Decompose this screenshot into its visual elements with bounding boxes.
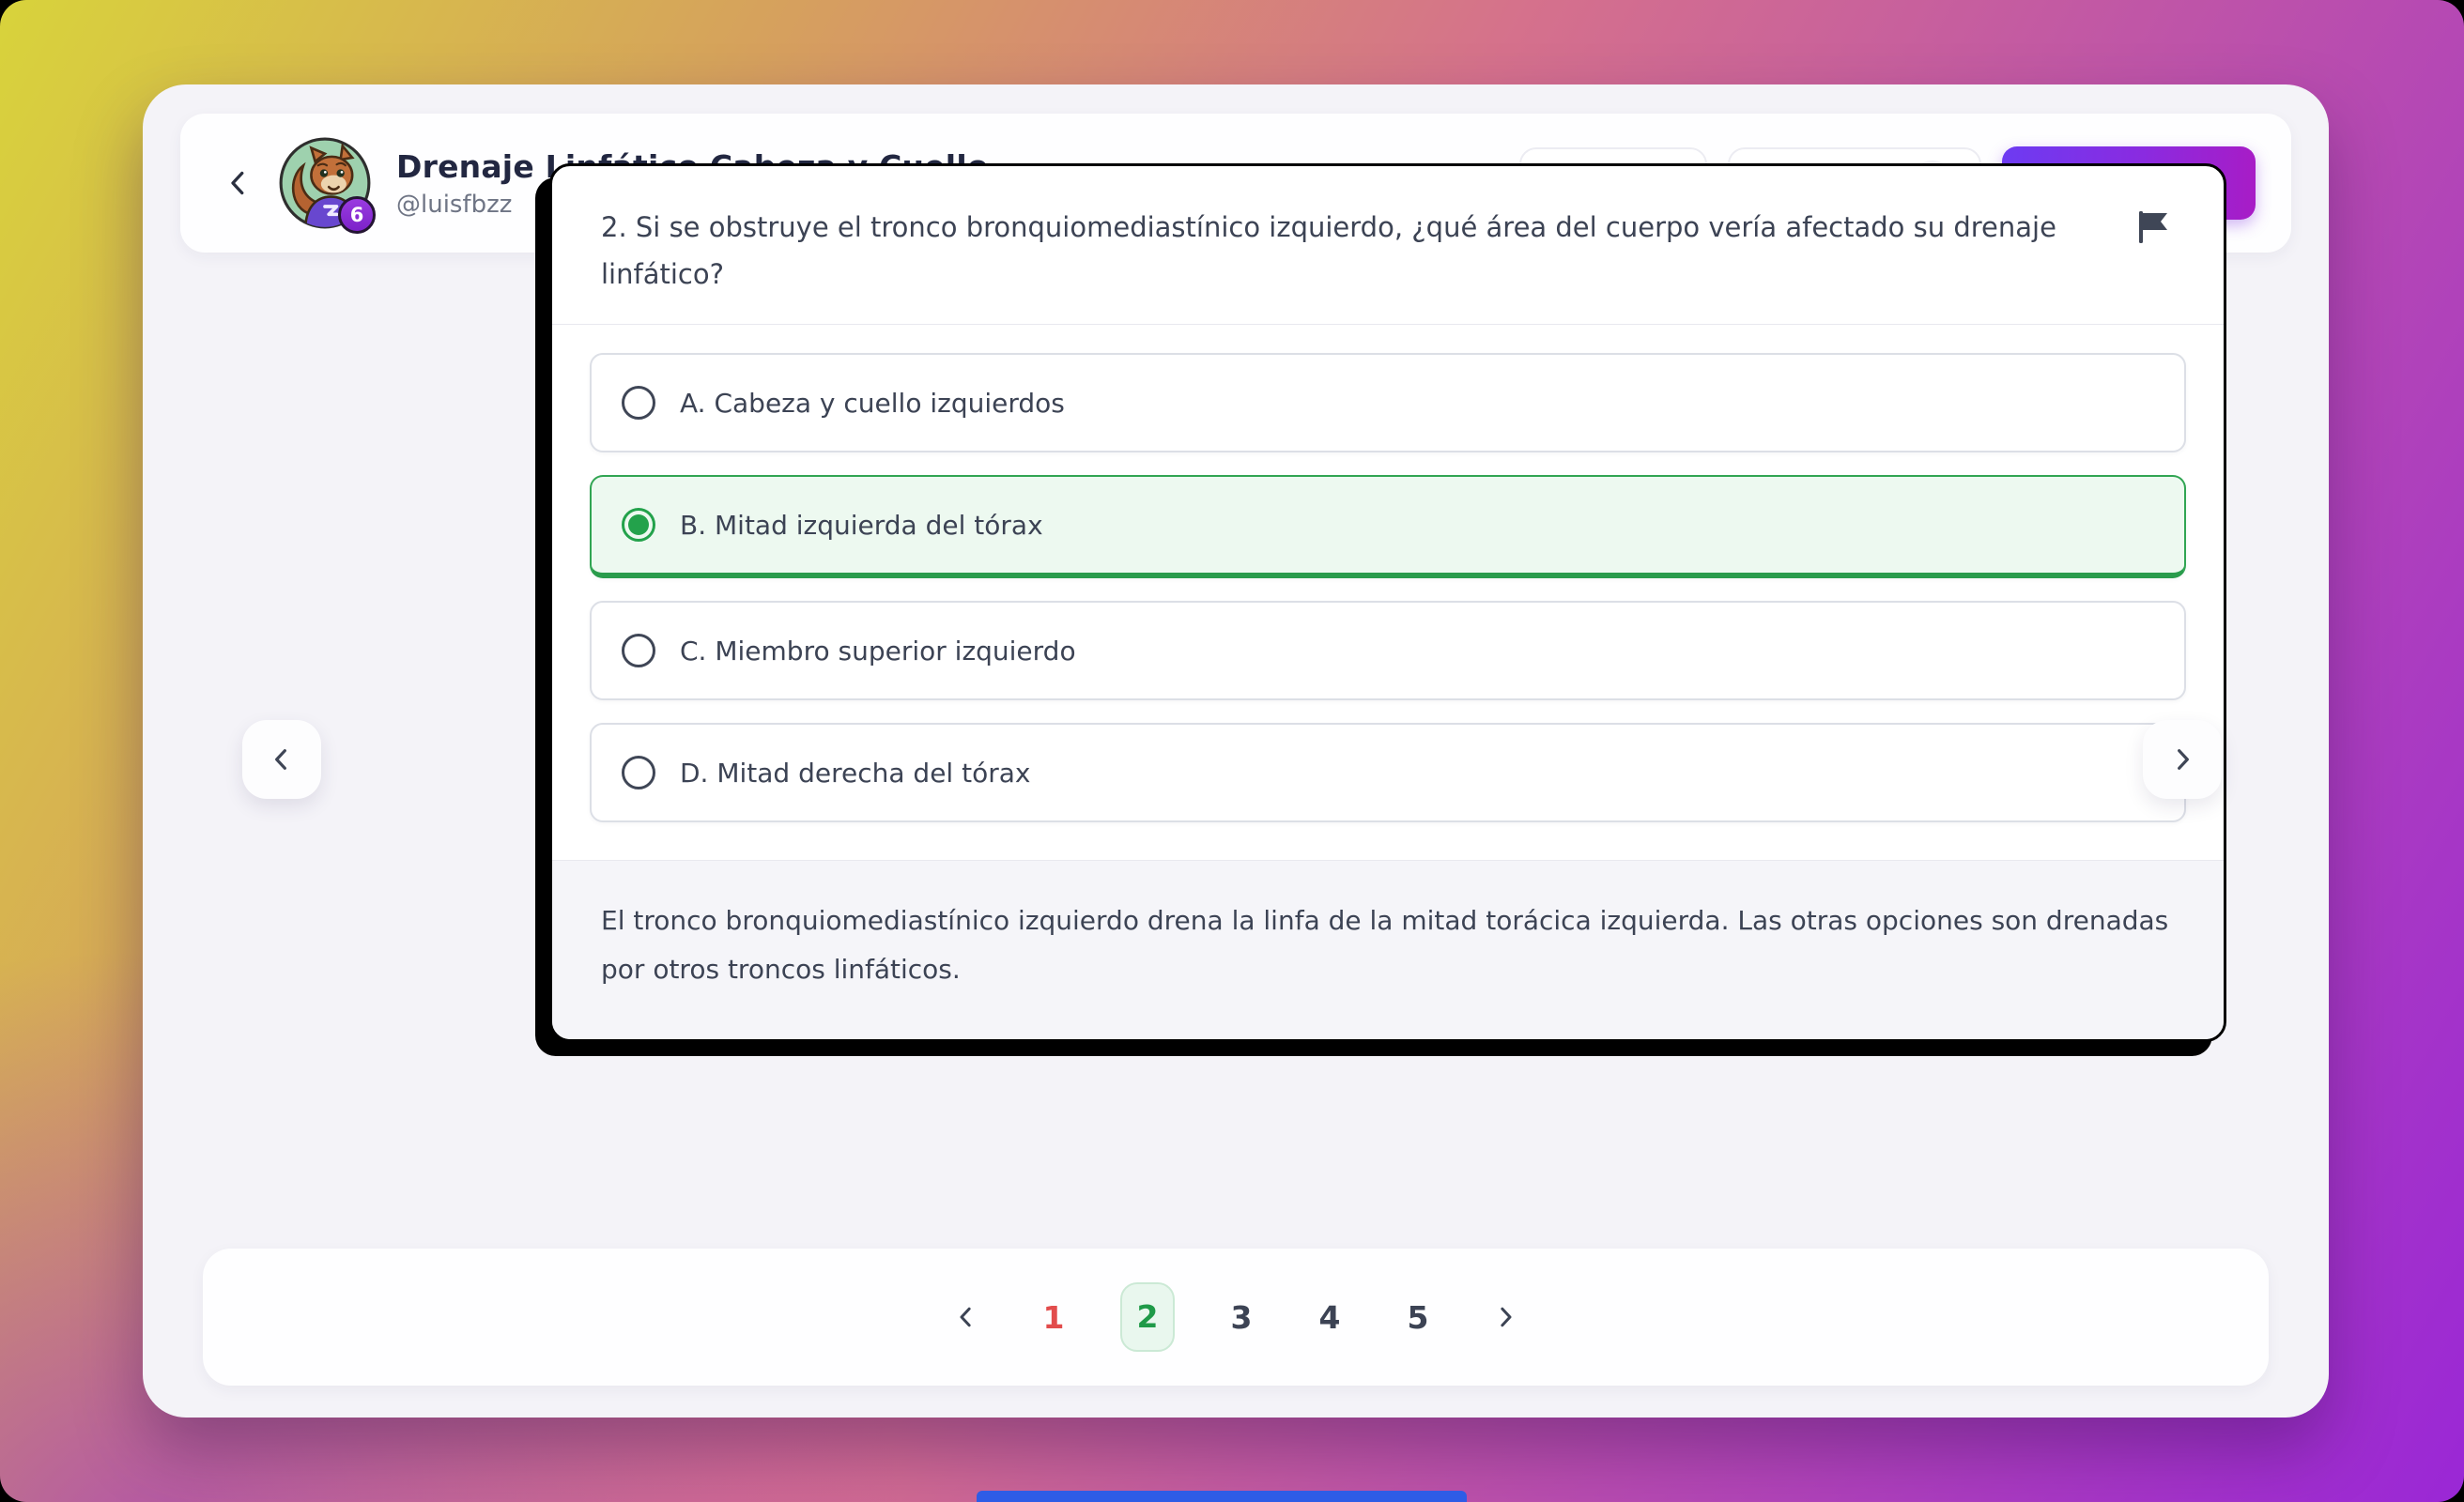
pagination-prev-button[interactable]	[946, 1296, 987, 1338]
flag-button[interactable]	[2132, 204, 2175, 254]
option-label: B. Mitad izquierda del tórax	[680, 510, 1043, 541]
radio-icon	[622, 634, 655, 667]
option-d[interactable]: D. Mitad derecha del tórax	[590, 723, 2186, 822]
chevron-left-icon	[267, 744, 297, 774]
level-badge: 6	[338, 196, 376, 234]
chevron-left-icon	[222, 166, 255, 200]
quiz-app-panel: 6 Drenaje Linfático Cabeza y Cuello @lui…	[143, 84, 2329, 1418]
question-text: 2. Si se obstruye el tronco bronquiomedi…	[601, 204, 2066, 298]
chevron-right-icon	[2167, 744, 2197, 774]
pagination-next-button[interactable]	[1485, 1296, 1526, 1338]
question-card: 2. Si se obstruye el tronco bronquiomedi…	[549, 163, 2226, 1042]
page-5[interactable]: 5	[1396, 1299, 1440, 1336]
option-label: A. Cabeza y cuello izquierdos	[680, 388, 1065, 419]
desktop-background: 6 Drenaje Linfático Cabeza y Cuello @lui…	[0, 0, 2464, 1502]
next-question-button[interactable]	[2143, 720, 2222, 799]
back-button[interactable]	[212, 157, 265, 209]
option-c[interactable]: C. Miembro superior izquierdo	[590, 601, 2186, 700]
option-label: D. Mitad derecha del tórax	[680, 758, 1030, 789]
page-4[interactable]: 4	[1308, 1299, 1351, 1336]
page-1[interactable]: 1	[1032, 1299, 1075, 1336]
avatar[interactable]: 6	[278, 136, 372, 230]
explanation-text: El tronco bronquiomediastínico izquierdo…	[601, 897, 2175, 994]
radio-checked-icon	[622, 508, 655, 542]
options-list: A. Cabeza y cuello izquierdos B. Mitad i…	[552, 325, 2224, 860]
bottom-indicator-bar	[977, 1491, 1467, 1502]
radio-icon	[622, 756, 655, 789]
page-2-current[interactable]: 2	[1120, 1282, 1175, 1352]
pagination-bar: 1 2 3 4 5	[203, 1249, 2269, 1386]
prev-question-button[interactable]	[242, 720, 321, 799]
option-label: C. Miembro superior izquierdo	[680, 636, 1076, 667]
radio-icon	[622, 386, 655, 420]
option-a[interactable]: A. Cabeza y cuello izquierdos	[590, 353, 2186, 452]
explanation-panel: El tronco bronquiomediastínico izquierdo…	[552, 861, 2224, 1039]
page-3[interactable]: 3	[1220, 1299, 1263, 1336]
option-b-selected[interactable]: B. Mitad izquierda del tórax	[590, 475, 2186, 578]
question-header: 2. Si se obstruye el tronco bronquiomedi…	[552, 166, 2224, 324]
chevron-left-icon	[952, 1303, 980, 1331]
flag-icon	[2137, 209, 2169, 245]
chevron-right-icon	[1491, 1303, 1519, 1331]
